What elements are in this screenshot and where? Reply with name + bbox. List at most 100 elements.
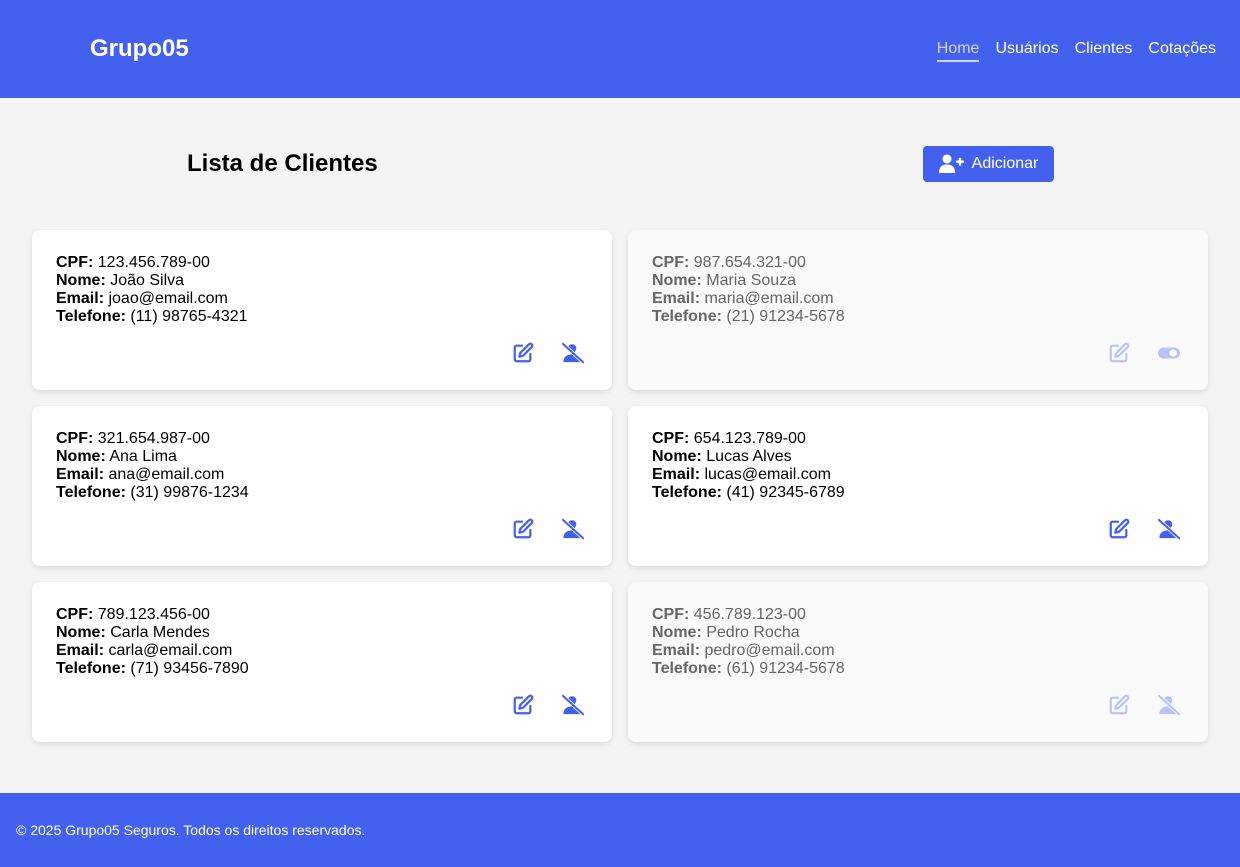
client-nome: João Silva: [110, 272, 185, 289]
client-nome: Pedro Rocha: [706, 624, 800, 641]
footer-text: © 2025 Grupo05 Seguros. Todos os direito…: [16, 822, 366, 838]
client-telefone-row: Telefone: (11) 98765-4321: [56, 308, 248, 326]
client-telefone-row: Telefone: (61) 91234-5678: [652, 660, 845, 678]
user-slash-icon: [1158, 518, 1180, 540]
cpf-label: CPF:: [56, 606, 94, 623]
deactivate-client-button[interactable]: [562, 694, 584, 716]
client-cpf: 654.123.789-00: [693, 430, 806, 447]
client-email: maria@email.com: [704, 290, 834, 307]
client-card: CPF: 654.123.789-00 Nome: Lucas Alves Emai…: [628, 406, 1208, 566]
main-nav: Home Usuários Clientes Cotações: [936, 39, 1216, 62]
cpf-label: CPF:: [652, 430, 690, 447]
client-telefone: (61) 91234-5678: [726, 660, 845, 677]
client-email-row: Email: ana@email.com: [56, 466, 249, 484]
cpf-label: CPF:: [652, 254, 690, 271]
edit-client-button[interactable]: [512, 694, 534, 716]
client-actions: [1108, 342, 1180, 364]
telefone-label: Telefone:: [56, 308, 126, 325]
nome-label: Nome:: [652, 624, 702, 641]
header: Grupo05 Home Usuários Clientes Cotações: [0, 0, 1240, 98]
client-info: CPF: 456.789.123-00 Nome: Pedro Rocha Emai…: [652, 606, 845, 678]
deactivate-client-button[interactable]: [562, 342, 584, 364]
nome-label: Nome:: [56, 448, 106, 465]
client-actions: [1108, 518, 1180, 540]
user-slash-icon: [562, 342, 584, 364]
client-cpf-row: CPF: 789.123.456-00: [56, 606, 249, 624]
telefone-label: Telefone:: [652, 484, 722, 501]
edit-client-button[interactable]: [1108, 694, 1130, 716]
client-actions: [512, 342, 584, 364]
add-client-button[interactable]: Adicionar: [923, 146, 1054, 182]
nav-clientes[interactable]: Clientes: [1075, 39, 1133, 62]
edit-client-button[interactable]: [512, 518, 534, 540]
nav-cotacoes[interactable]: Cotações: [1148, 39, 1216, 62]
nome-label: Nome:: [652, 448, 702, 465]
client-email-row: Email: pedro@email.com: [652, 642, 845, 660]
edit-client-button[interactable]: [1108, 342, 1130, 364]
client-cpf-row: CPF: 456.789.123-00: [652, 606, 845, 624]
email-label: Email:: [56, 466, 105, 483]
client-email: pedro@email.com: [704, 642, 835, 659]
client-cpf: 987.654.321-00: [693, 254, 806, 271]
client-nome: Ana Lima: [109, 448, 177, 465]
client-card: CPF: 123.456.789-00 Nome: João Silva Email…: [32, 230, 612, 390]
activate-client-button[interactable]: [1158, 342, 1180, 364]
client-card: CPF: 987.654.321-00 Nome: Maria Souza Emai…: [628, 230, 1208, 390]
user-slash-icon: [562, 694, 584, 716]
nav-home[interactable]: Home: [936, 39, 980, 62]
email-label: Email:: [56, 290, 105, 307]
edit-client-button[interactable]: [512, 342, 534, 364]
client-email-row: Email: maria@email.com: [652, 290, 845, 308]
client-email: ana@email.com: [108, 466, 225, 483]
client-telefone-row: Telefone: (71) 93456-7890: [56, 660, 249, 678]
client-info: CPF: 321.654.987-00 Nome: Ana Lima Email: …: [56, 430, 249, 502]
edit-client-button[interactable]: [1108, 518, 1130, 540]
client-email-row: Email: joao@email.com: [56, 290, 248, 308]
brand-logo[interactable]: Grupo05: [90, 35, 189, 63]
client-card: CPF: 789.123.456-00 Nome: Carla Mendes Ema…: [32, 582, 612, 742]
deactivate-client-button[interactable]: [1158, 694, 1180, 716]
client-nome-row: Nome: Lucas Alves: [652, 448, 845, 466]
client-actions: [1108, 694, 1180, 716]
client-cpf-row: CPF: 123.456.789-00: [56, 254, 248, 272]
client-email: joao@email.com: [108, 290, 228, 307]
client-info: CPF: 789.123.456-00 Nome: Carla Mendes Ema…: [56, 606, 249, 678]
client-email-row: Email: carla@email.com: [56, 642, 249, 660]
nav-usuarios[interactable]: Usuários: [995, 39, 1058, 62]
client-nome-row: Nome: Carla Mendes: [56, 624, 249, 642]
client-nome: Lucas Alves: [706, 448, 792, 465]
edit-icon: [512, 342, 534, 364]
email-label: Email:: [56, 642, 105, 659]
cpf-label: CPF:: [56, 430, 94, 447]
client-telefone: (71) 93456-7890: [130, 660, 249, 677]
telefone-label: Telefone:: [652, 660, 722, 677]
footer: © 2025 Grupo05 Seguros. Todos os direito…: [0, 793, 1240, 867]
edit-icon: [1108, 694, 1130, 716]
client-nome: Carla Mendes: [110, 624, 210, 641]
cpf-label: CPF:: [652, 606, 690, 623]
client-cpf-row: CPF: 987.654.321-00: [652, 254, 845, 272]
deactivate-client-button[interactable]: [1158, 518, 1180, 540]
client-nome: Maria Souza: [706, 272, 797, 289]
client-card: CPF: 321.654.987-00 Nome: Ana Lima Email: …: [32, 406, 612, 566]
client-telefone-row: Telefone: (21) 91234-5678: [652, 308, 845, 326]
client-cpf: 789.123.456-00: [97, 606, 210, 623]
deactivate-client-button[interactable]: [562, 518, 584, 540]
client-email-row: Email: lucas@email.com: [652, 466, 845, 484]
edit-icon: [1108, 518, 1130, 540]
client-actions: [512, 694, 584, 716]
client-telefone-row: Telefone: (31) 99876-1234: [56, 484, 249, 502]
client-cpf-row: CPF: 321.654.987-00: [56, 430, 249, 448]
client-nome-row: Nome: Ana Lima: [56, 448, 249, 466]
client-email: lucas@email.com: [704, 466, 831, 483]
telefone-label: Telefone:: [56, 484, 126, 501]
client-cpf: 321.654.987-00: [97, 430, 210, 447]
telefone-label: Telefone:: [56, 660, 126, 677]
user-slash-icon: [1158, 694, 1180, 716]
client-telefone: (41) 92345-6789: [726, 484, 845, 501]
client-email: carla@email.com: [108, 642, 233, 659]
add-client-label: Adicionar: [971, 155, 1039, 172]
client-nome-row: Nome: Maria Souza: [652, 272, 845, 290]
client-cpf-row: CPF: 654.123.789-00: [652, 430, 845, 448]
nome-label: Nome:: [56, 624, 106, 641]
